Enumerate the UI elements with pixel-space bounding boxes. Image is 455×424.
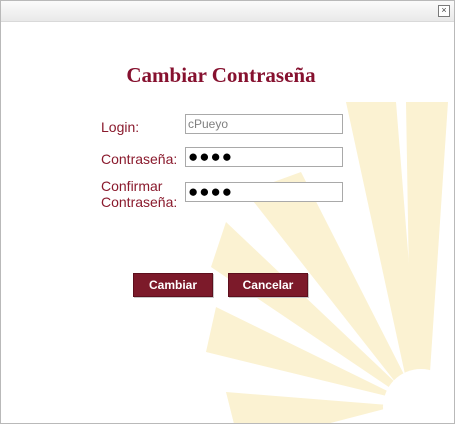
login-field[interactable]: cPueyo — [185, 114, 343, 134]
login-label: Login: — [101, 119, 140, 135]
change-button[interactable]: Cambiar — [133, 273, 213, 297]
confirm-password-label-line1: Confirmar — [101, 178, 163, 194]
password-label: Contraseña: — [101, 151, 178, 167]
password-field[interactable]: ●●●● — [185, 147, 343, 167]
confirm-password-field[interactable]: ●●●● — [185, 182, 343, 202]
close-icon[interactable]: × — [438, 5, 450, 17]
dialog-content: Cambiar Contraseña Login: cPueyo Contras… — [1, 22, 454, 423]
cancel-button[interactable]: Cancelar — [228, 273, 308, 297]
dialog-titlebar: × — [1, 1, 454, 22]
page-title: Cambiar Contraseña — [126, 63, 316, 87]
confirm-password-label-line2: Contraseña: — [101, 194, 178, 210]
change-password-dialog: × Cambiar Contraseña Login: cPueyo Contr… — [0, 0, 455, 424]
